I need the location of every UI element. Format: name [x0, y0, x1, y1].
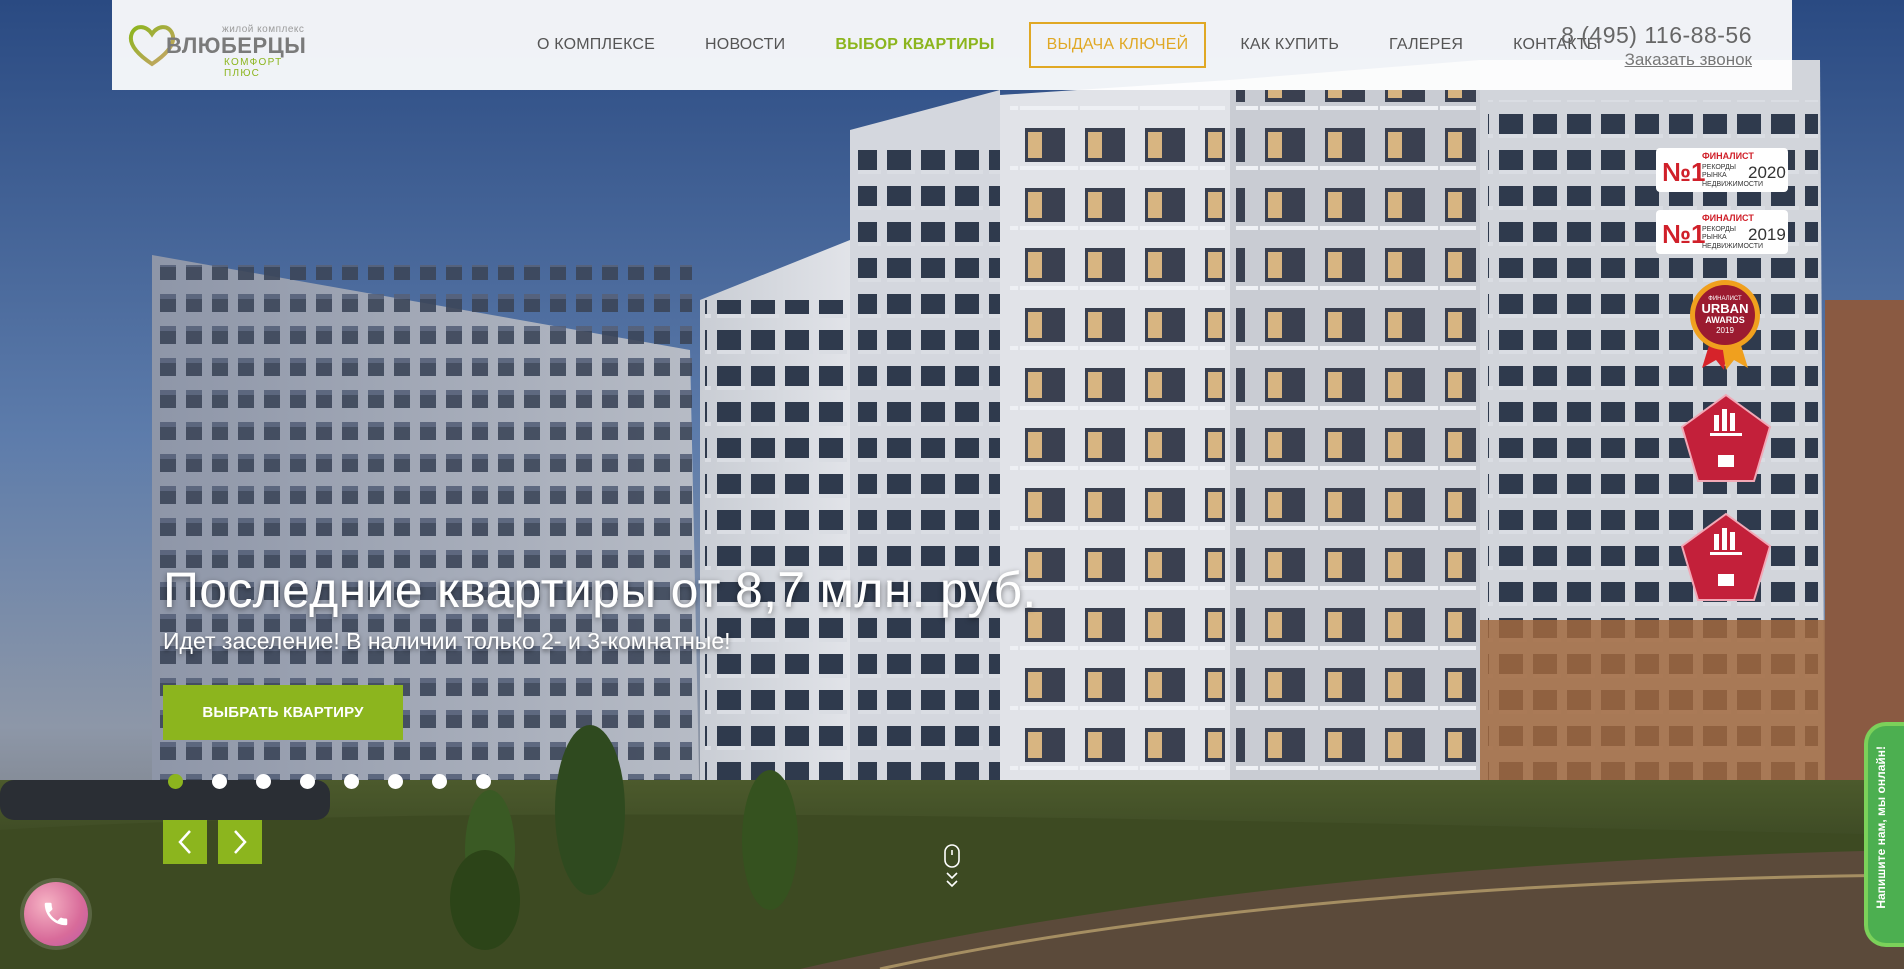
hero-slider: жилой комплекс ВЛЮБЕРЦЫ КОМФОРТ ПЛЮС О К… — [0, 0, 1904, 969]
award-record-icon: №1 ФИНАЛИСТ РЕКОРДЫ РЫНКА НЕДВИЖИМОСТИ 2… — [1656, 148, 1788, 192]
svg-text:НЕДВИЖИМОСТИ: НЕДВИЖИМОСТИ — [1702, 243, 1763, 250]
slider-dot[interactable] — [300, 774, 315, 789]
phone-icon — [44, 902, 68, 926]
national-prize-icon — [1680, 393, 1772, 482]
slider-dot[interactable] — [256, 774, 271, 789]
award-record-2019: №1 ФИНАЛИСТ РЕКОРДЫ РЫНКА НЕДВИЖИМОСТИ 2… — [1656, 210, 1788, 259]
slider-dot[interactable] — [212, 774, 227, 789]
nav-about[interactable]: О КОМПЛЕКСЕ — [537, 36, 655, 54]
national-prize-icon — [1680, 512, 1772, 601]
slider-prev-button[interactable] — [163, 820, 207, 864]
logo-subtitle: КОМФОРТ ПЛЮС — [224, 57, 283, 79]
svg-text:№1: №1 — [1662, 219, 1705, 249]
svg-text:2020: 2020 — [1748, 163, 1786, 182]
site-header: жилой комплекс ВЛЮБЕРЦЫ КОМФОРТ ПЛЮС О К… — [112, 0, 1792, 90]
nav-keys-handover[interactable]: ВЫДАЧА КЛЮЧЕЙ — [1028, 22, 1207, 68]
nav-news[interactable]: НОВОСТИ — [705, 36, 785, 54]
slider-dot[interactable] — [476, 774, 491, 789]
svg-text:AWARDS: AWARDS — [1705, 315, 1745, 325]
urban-awards-icon: ФИНАЛИСТ URBAN AWARDS 2019 — [1690, 280, 1760, 370]
svg-text:НЕДВИЖИМОСТИ: НЕДВИЖИМОСТИ — [1702, 181, 1763, 188]
hero-subtitle: Идет заселение! В наличии только 2- и 3-… — [163, 628, 731, 654]
slider-pagination — [168, 774, 520, 789]
award-record-icon: №1 ФИНАЛИСТ РЕКОРДЫ РЫНКА НЕДВИЖИМОСТИ 2… — [1656, 210, 1788, 254]
header-contact: 8 (495) 116-88-56 Заказать звонок — [1561, 22, 1752, 70]
main-nav: О КОМПЛЕКСЕ НОВОСТИ ВЫБОР КВАРТИРЫ ВЫДАЧ… — [412, 0, 1651, 90]
svg-text:№1: №1 — [1662, 157, 1705, 187]
award-record-2020: №1 ФИНАЛИСТ РЕКОРДЫ РЫНКА НЕДВИЖИМОСТИ 2… — [1656, 148, 1788, 197]
slider-next-button[interactable] — [218, 820, 262, 864]
nav-how-to-buy[interactable]: КАК КУПИТЬ — [1240, 36, 1339, 54]
arrow-left-icon — [178, 830, 191, 854]
logo-title: ВЛЮБЕРЦЫ — [166, 33, 307, 58]
online-chat-tab[interactable]: Напишите нам, мы онлайн! — [1864, 722, 1904, 947]
scroll-down-indicator[interactable] — [942, 844, 962, 899]
site-logo[interactable]: жилой комплекс ВЛЮБЕРЦЫ КОМФОРТ ПЛЮС — [126, 20, 316, 79]
svg-text:РЕКОРДЫ: РЕКОРДЫ — [1702, 226, 1736, 233]
award-urban-2019: ФИНАЛИСТ URBAN AWARDS 2019 — [1688, 278, 1762, 375]
hero-background-photo — [0, 0, 1904, 969]
callback-float-button[interactable] — [24, 882, 88, 946]
award-national-prize-10 — [1680, 512, 1772, 609]
slider-dot[interactable] — [432, 774, 447, 789]
svg-text:РЕКОРДЫ: РЕКОРДЫ — [1702, 164, 1736, 171]
hero-title: Последние квартиры от 8,7 млн. руб. — [163, 562, 1037, 618]
award-national-prize-11 — [1680, 393, 1772, 490]
svg-text:2019: 2019 — [1748, 225, 1786, 244]
nav-gallery[interactable]: ГАЛЕРЕЯ — [1389, 36, 1463, 54]
svg-text:РЫНКА: РЫНКА — [1702, 172, 1727, 179]
choose-apartment-button[interactable]: ВЫБРАТЬ КВАРТИРУ — [163, 685, 403, 740]
callback-link[interactable]: Заказать звонок — [1561, 50, 1752, 70]
svg-text:2019: 2019 — [1716, 326, 1734, 335]
svg-text:ФИНАЛИСТ: ФИНАЛИСТ — [1702, 213, 1754, 223]
mouse-scroll-icon — [944, 844, 960, 888]
svg-text:РЫНКА: РЫНКА — [1702, 234, 1727, 241]
slider-dot[interactable] — [388, 774, 403, 789]
chat-tab-label: Напишите нам, мы онлайн! — [1874, 746, 1888, 909]
slider-dot[interactable] — [168, 774, 183, 789]
arrow-right-icon — [234, 830, 247, 854]
svg-text:URBAN: URBAN — [1702, 301, 1749, 316]
nav-choose-apartment[interactable]: ВЫБОР КВАРТИРЫ — [835, 36, 994, 54]
svg-text:ФИНАЛИСТ: ФИНАЛИСТ — [1702, 151, 1754, 161]
slider-dot[interactable] — [344, 774, 359, 789]
phone-number[interactable]: 8 (495) 116-88-56 — [1561, 22, 1752, 49]
